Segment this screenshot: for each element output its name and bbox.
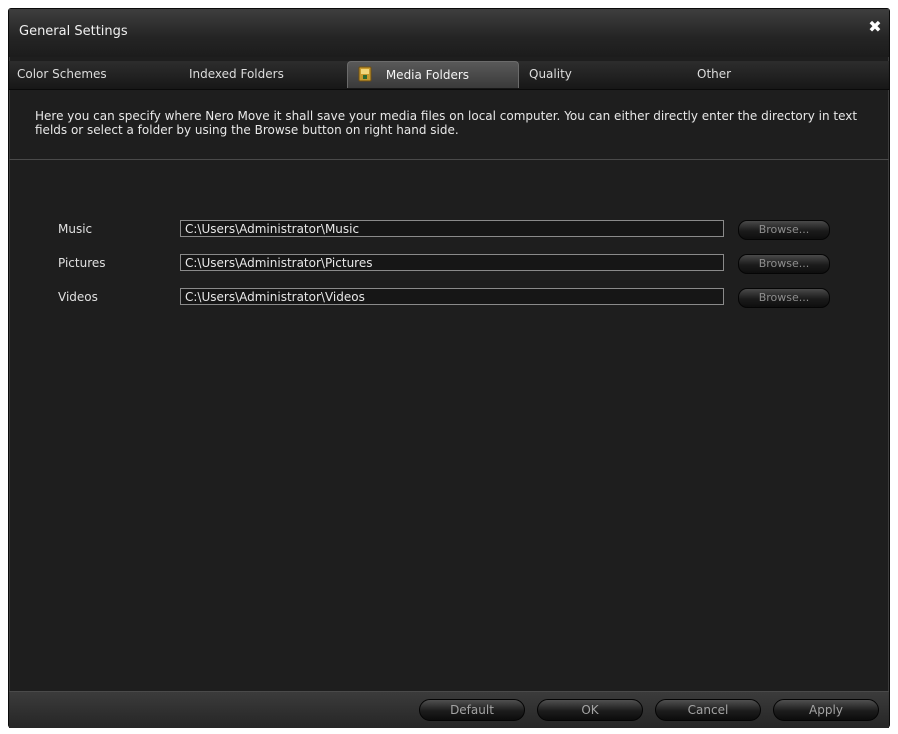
tab-label: Quality	[529, 67, 572, 81]
tab-label: Other	[697, 67, 732, 81]
folder-icon	[358, 65, 372, 82]
title-bar: General Settings ✖	[9, 9, 889, 57]
pictures-label: Pictures	[58, 256, 106, 270]
music-label: Music	[58, 222, 93, 236]
tab-color-schemes[interactable]: Color Schemes	[17, 61, 107, 89]
apply-button[interactable]: Apply	[773, 699, 879, 721]
pictures-folder-row: Pictures Browse...	[9, 254, 889, 274]
tab-indexed-folders[interactable]: Indexed Folders	[189, 61, 284, 89]
tab-quality[interactable]: Quality	[529, 61, 572, 89]
default-button[interactable]: Default	[419, 699, 525, 721]
tab-other[interactable]: Other	[697, 61, 731, 89]
videos-label: Videos	[58, 290, 98, 304]
general-settings-dialog: General Settings ✖ Color Schemes Indexed…	[8, 8, 890, 728]
videos-browse-button[interactable]: Browse...	[738, 288, 830, 308]
music-folder-row: Music Browse...	[9, 220, 889, 240]
tab-label: Media Folders	[385, 68, 470, 82]
tab-bar: Color Schemes Indexed Folders Media Fold…	[9, 61, 889, 90]
tab-label: Color Schemes	[17, 67, 107, 81]
tab-media-folders[interactable]: Media Folders	[347, 61, 519, 88]
footer-bar: Default OK Cancel Apply	[9, 691, 889, 728]
pictures-browse-button[interactable]: Browse...	[738, 254, 830, 274]
music-browse-button[interactable]: Browse...	[738, 220, 830, 240]
pictures-path-input[interactable]	[180, 254, 724, 271]
description-text: Here you can specify where Nero Move it …	[35, 109, 858, 137]
ok-button[interactable]: OK	[537, 699, 643, 721]
cancel-button[interactable]: Cancel	[655, 699, 761, 721]
dialog-title: General Settings	[19, 24, 128, 39]
videos-path-input[interactable]	[180, 288, 724, 305]
divider	[9, 159, 889, 160]
close-icon[interactable]: ✖	[867, 19, 883, 35]
videos-folder-row: Videos Browse...	[9, 288, 889, 308]
music-path-input[interactable]	[180, 220, 724, 237]
tab-label: Indexed Folders	[189, 67, 284, 81]
